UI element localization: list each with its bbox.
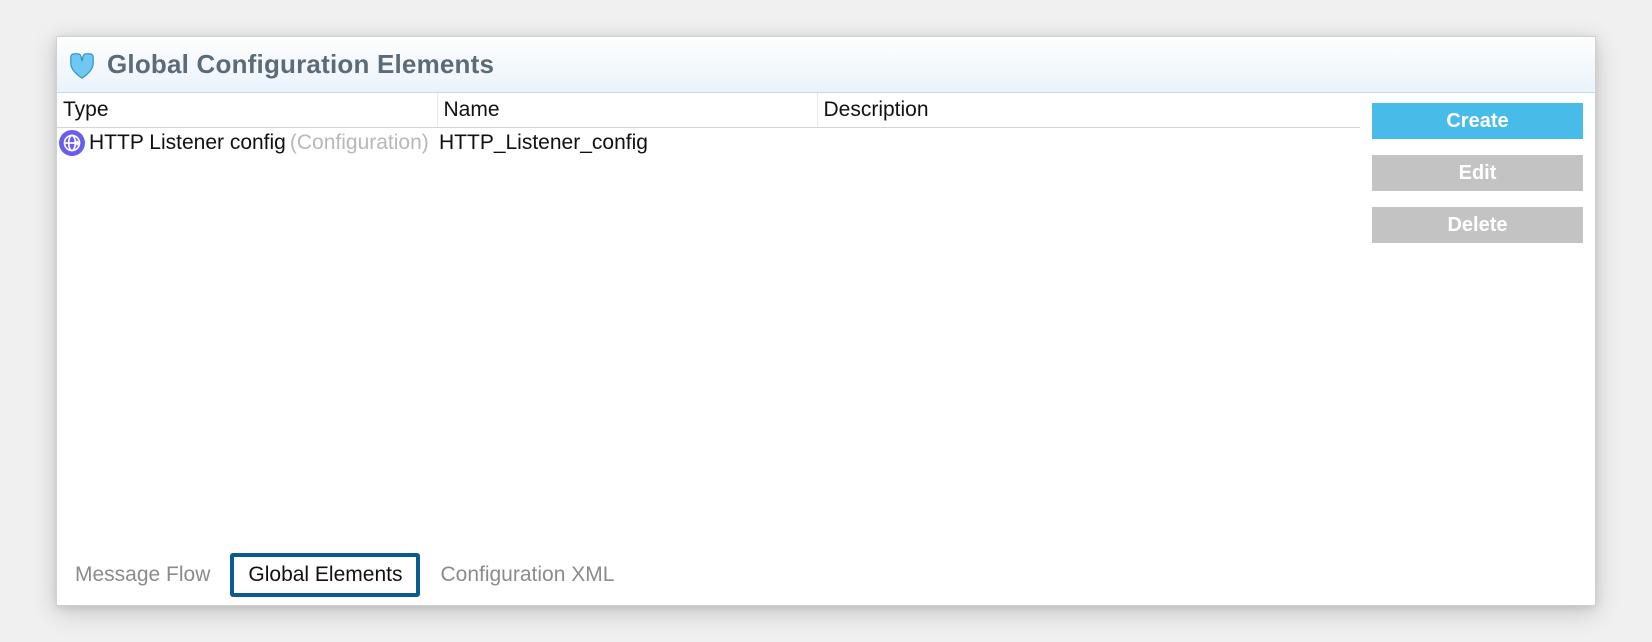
create-button[interactable]: Create (1372, 103, 1583, 139)
content-area: Type Name Description (57, 93, 1595, 545)
row-name: HTTP_Listener_config (437, 127, 817, 158)
config-table: Type Name Description (57, 93, 1360, 158)
http-listener-icon (59, 130, 85, 156)
row-type-main: HTTP Listener config (89, 131, 286, 155)
mule-logo-icon (67, 50, 97, 80)
row-type-extra: (Configuration) (290, 131, 429, 155)
tab-global-elements[interactable]: Global Elements (230, 553, 420, 597)
config-table-area: Type Name Description (57, 93, 1360, 545)
col-header-description[interactable]: Description (817, 93, 1360, 127)
row-description (817, 127, 1360, 158)
action-buttons: Create Edit Delete (1360, 93, 1595, 545)
tab-message-flow[interactable]: Message Flow (65, 557, 220, 593)
page-title: Global Configuration Elements (107, 49, 494, 80)
table-row[interactable]: HTTP Listener config (Configuration) HTT… (57, 127, 1360, 158)
col-header-name[interactable]: Name (437, 93, 817, 127)
bottom-tabs: Message Flow Global Elements Configurati… (57, 545, 1595, 605)
delete-button[interactable]: Delete (1372, 207, 1583, 243)
edit-button[interactable]: Edit (1372, 155, 1583, 191)
tab-configuration-xml[interactable]: Configuration XML (430, 557, 624, 593)
global-config-panel: Global Configuration Elements Type Name … (56, 36, 1596, 606)
titlebar: Global Configuration Elements (57, 37, 1595, 93)
col-header-type[interactable]: Type (57, 93, 437, 127)
